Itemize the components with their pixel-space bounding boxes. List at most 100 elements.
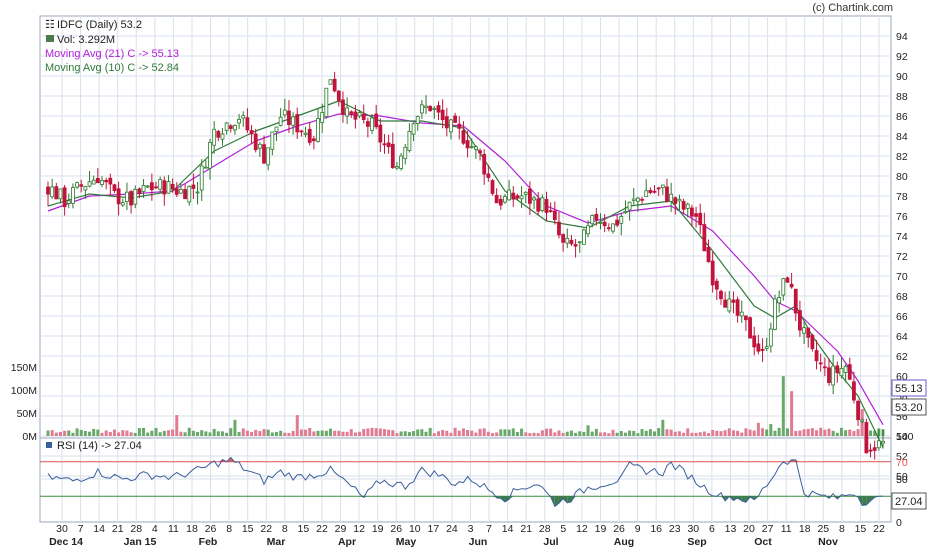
candle-body [416,117,419,124]
volume-bar [233,420,236,436]
candle-body [591,215,594,223]
volume-bar [121,430,124,436]
volume-bar [441,430,444,436]
volume-bar [827,429,830,436]
volume-bar [587,425,590,436]
volume-bar [570,431,573,436]
candle-body [873,448,876,451]
candle-body [271,132,274,149]
candle-body [674,198,677,204]
date-tick-label: 11 [781,523,792,535]
volume-bar [130,432,133,436]
volume-bar [474,433,477,436]
volume-bar [773,431,776,436]
volume-bar [840,428,843,436]
volume-bar [449,433,452,436]
candle-body [566,238,569,243]
volume-bar [292,431,295,436]
candle-body [350,112,353,114]
date-tick-label: 30 [56,523,68,535]
candle-body [487,174,490,178]
date-tick-label: 11 [168,523,179,535]
volume-bar [113,430,116,436]
candle-body [159,180,162,190]
candle-body [337,91,340,100]
candle-body [437,106,440,113]
candle-body [213,129,216,145]
date-tick-label: 28 [130,523,142,535]
date-tick-label: 4 [152,523,158,535]
volume-bar [47,431,50,436]
candle-body [92,180,95,184]
rsi-tick-label: 100 [896,431,914,443]
candle-body [341,100,344,115]
volume-bar [96,430,99,436]
candle-body [645,191,648,197]
candle-body [51,187,54,197]
candle-body [844,366,847,372]
candle-body [636,198,639,201]
candle-body [246,118,249,130]
volume-bar [470,431,473,436]
month-label: May [396,536,417,548]
candle-body [761,349,764,350]
candle-body [325,88,328,116]
candle-body [778,297,781,302]
volume-bar [503,429,506,436]
candle-body [516,196,519,198]
price-tick-label: 70 [896,271,908,283]
legend-icon-rsi [46,442,52,448]
volume-bar [312,431,315,436]
candle-body [479,151,482,153]
legend-icon-price: ☷ [45,19,55,31]
volume-bar [80,430,83,436]
volume-bar [346,432,349,436]
candle-body [217,131,220,137]
candle-body [200,166,203,190]
candle-body [786,278,789,282]
volume-bar [653,431,656,436]
candle-body [877,441,880,448]
candle-body [607,228,610,229]
candle-body [611,224,614,231]
volume-tick-label: 0M [22,431,37,443]
date-tick-label: 7 [78,523,84,535]
volume-bar [665,429,668,436]
rsi-oversold-fill [862,496,866,505]
volume-bar [645,431,648,436]
volume-bar [425,432,428,436]
candle-body [317,119,320,142]
volume-bar [753,430,756,436]
candle-body [408,131,411,150]
candle-body [80,185,83,187]
candle-body [857,401,860,419]
month-label: Jul [543,536,558,548]
candle-body [753,336,756,347]
candle-body [233,125,236,129]
volume-bar [150,431,153,436]
candle-body [466,140,469,147]
candle-body [765,347,768,349]
volume-bar [325,431,328,436]
volume-bar [429,428,432,436]
candle-body [665,187,668,201]
candle-body [258,144,261,148]
volume-bar [163,431,166,436]
volume-bar [670,430,673,436]
volume-bar [807,429,810,436]
candle-body [678,199,681,201]
candle-body [811,335,814,348]
candle-body [109,178,112,184]
volume-bar [400,431,403,436]
candle-body [142,185,145,191]
candle-body [125,192,128,201]
candle-body [773,299,776,329]
volume-bar [703,432,706,436]
candle-body [254,134,257,150]
volume-bar [632,431,635,436]
month-label: Dec 14 [49,536,83,548]
candle-body [358,113,361,117]
date-tick-label: 12 [576,523,588,535]
volume-bar [765,429,768,436]
date-tick-label: 10 [409,523,421,535]
